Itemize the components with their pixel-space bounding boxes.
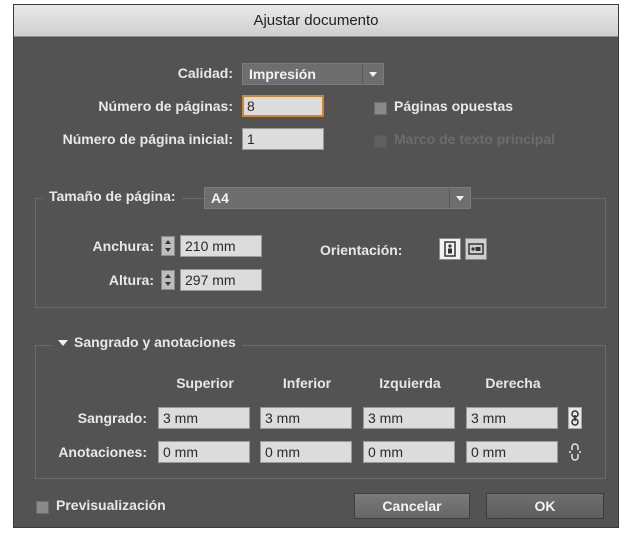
column-header-right: Derecha — [485, 375, 541, 391]
quality-value: Impresión — [249, 66, 316, 82]
preview-checkbox[interactable] — [36, 501, 49, 514]
bleed-bottom-input[interactable]: 3 mm — [260, 407, 352, 429]
landscape-icon — [468, 243, 484, 255]
num-pages-label: Número de páginas: — [98, 98, 233, 114]
preview-label: Previsualización — [56, 497, 166, 513]
portrait-orientation-button[interactable] — [439, 238, 461, 260]
facing-pages-label: Páginas opuestas — [394, 98, 514, 114]
dialog-title: Ajustar documento — [14, 5, 618, 37]
width-label: Anchura: — [92, 238, 154, 254]
portrait-icon — [444, 241, 456, 257]
bleed-top-input[interactable]: 3 mm — [158, 407, 250, 429]
slug-bottom-input[interactable]: 0 mm — [260, 441, 352, 463]
column-header-bottom: Inferior — [282, 375, 332, 391]
slug-left-input[interactable]: 0 mm — [363, 441, 455, 463]
document-setup-dialog: Ajustar documento Calidad: Impresión Núm… — [13, 4, 619, 528]
bleed-label: Sangrado: — [77, 410, 147, 426]
num-pages-input[interactable]: 8 — [242, 95, 324, 117]
cancel-button[interactable]: Cancelar — [354, 493, 470, 519]
disclosure-triangle-icon — [58, 340, 68, 346]
orientation-label: Orientación: — [320, 242, 403, 258]
start-page-input[interactable]: 1 — [242, 128, 324, 150]
width-stepper[interactable] — [161, 236, 175, 256]
column-header-left: Izquierda — [379, 375, 441, 391]
page-size-value: A4 — [211, 190, 229, 206]
landscape-orientation-button[interactable] — [465, 238, 487, 260]
bleed-right-input[interactable]: 3 mm — [466, 407, 558, 429]
page-size-dropdown[interactable]: A4 — [204, 187, 471, 209]
master-text-frame-checkbox[interactable] — [374, 135, 387, 148]
page-size-label: Tamaño de página: — [43, 188, 182, 204]
quality-label: Calidad: — [177, 65, 233, 81]
master-text-frame-label: Marco de texto principal — [394, 131, 556, 147]
ok-button[interactable]: OK — [486, 493, 604, 519]
facing-pages-checkbox[interactable] — [374, 102, 387, 115]
slug-link-button[interactable] — [568, 441, 582, 463]
height-input[interactable]: 297 mm — [180, 269, 262, 291]
slug-right-input[interactable]: 0 mm — [466, 441, 558, 463]
slug-label: Anotaciones: — [58, 444, 147, 460]
column-header-top: Superior — [176, 375, 234, 391]
height-stepper[interactable] — [161, 270, 175, 290]
bleed-slug-label: Sangrado y anotaciones — [74, 334, 236, 350]
quality-dropdown[interactable]: Impresión — [242, 63, 384, 85]
slug-top-input[interactable]: 0 mm — [158, 441, 250, 463]
chevron-down-icon — [362, 64, 383, 84]
broken-chain-icon — [569, 443, 581, 461]
start-page-label: Número de página inicial: — [62, 131, 233, 147]
bleed-slug-section[interactable]: Sangrado y anotaciones — [52, 334, 242, 350]
chevron-down-icon — [449, 188, 470, 208]
width-input[interactable]: 210 mm — [180, 235, 262, 257]
chain-link-icon — [571, 410, 579, 426]
bleed-left-input[interactable]: 3 mm — [363, 407, 455, 429]
height-label: Altura: — [108, 272, 154, 288]
bleed-link-button[interactable] — [568, 407, 582, 429]
